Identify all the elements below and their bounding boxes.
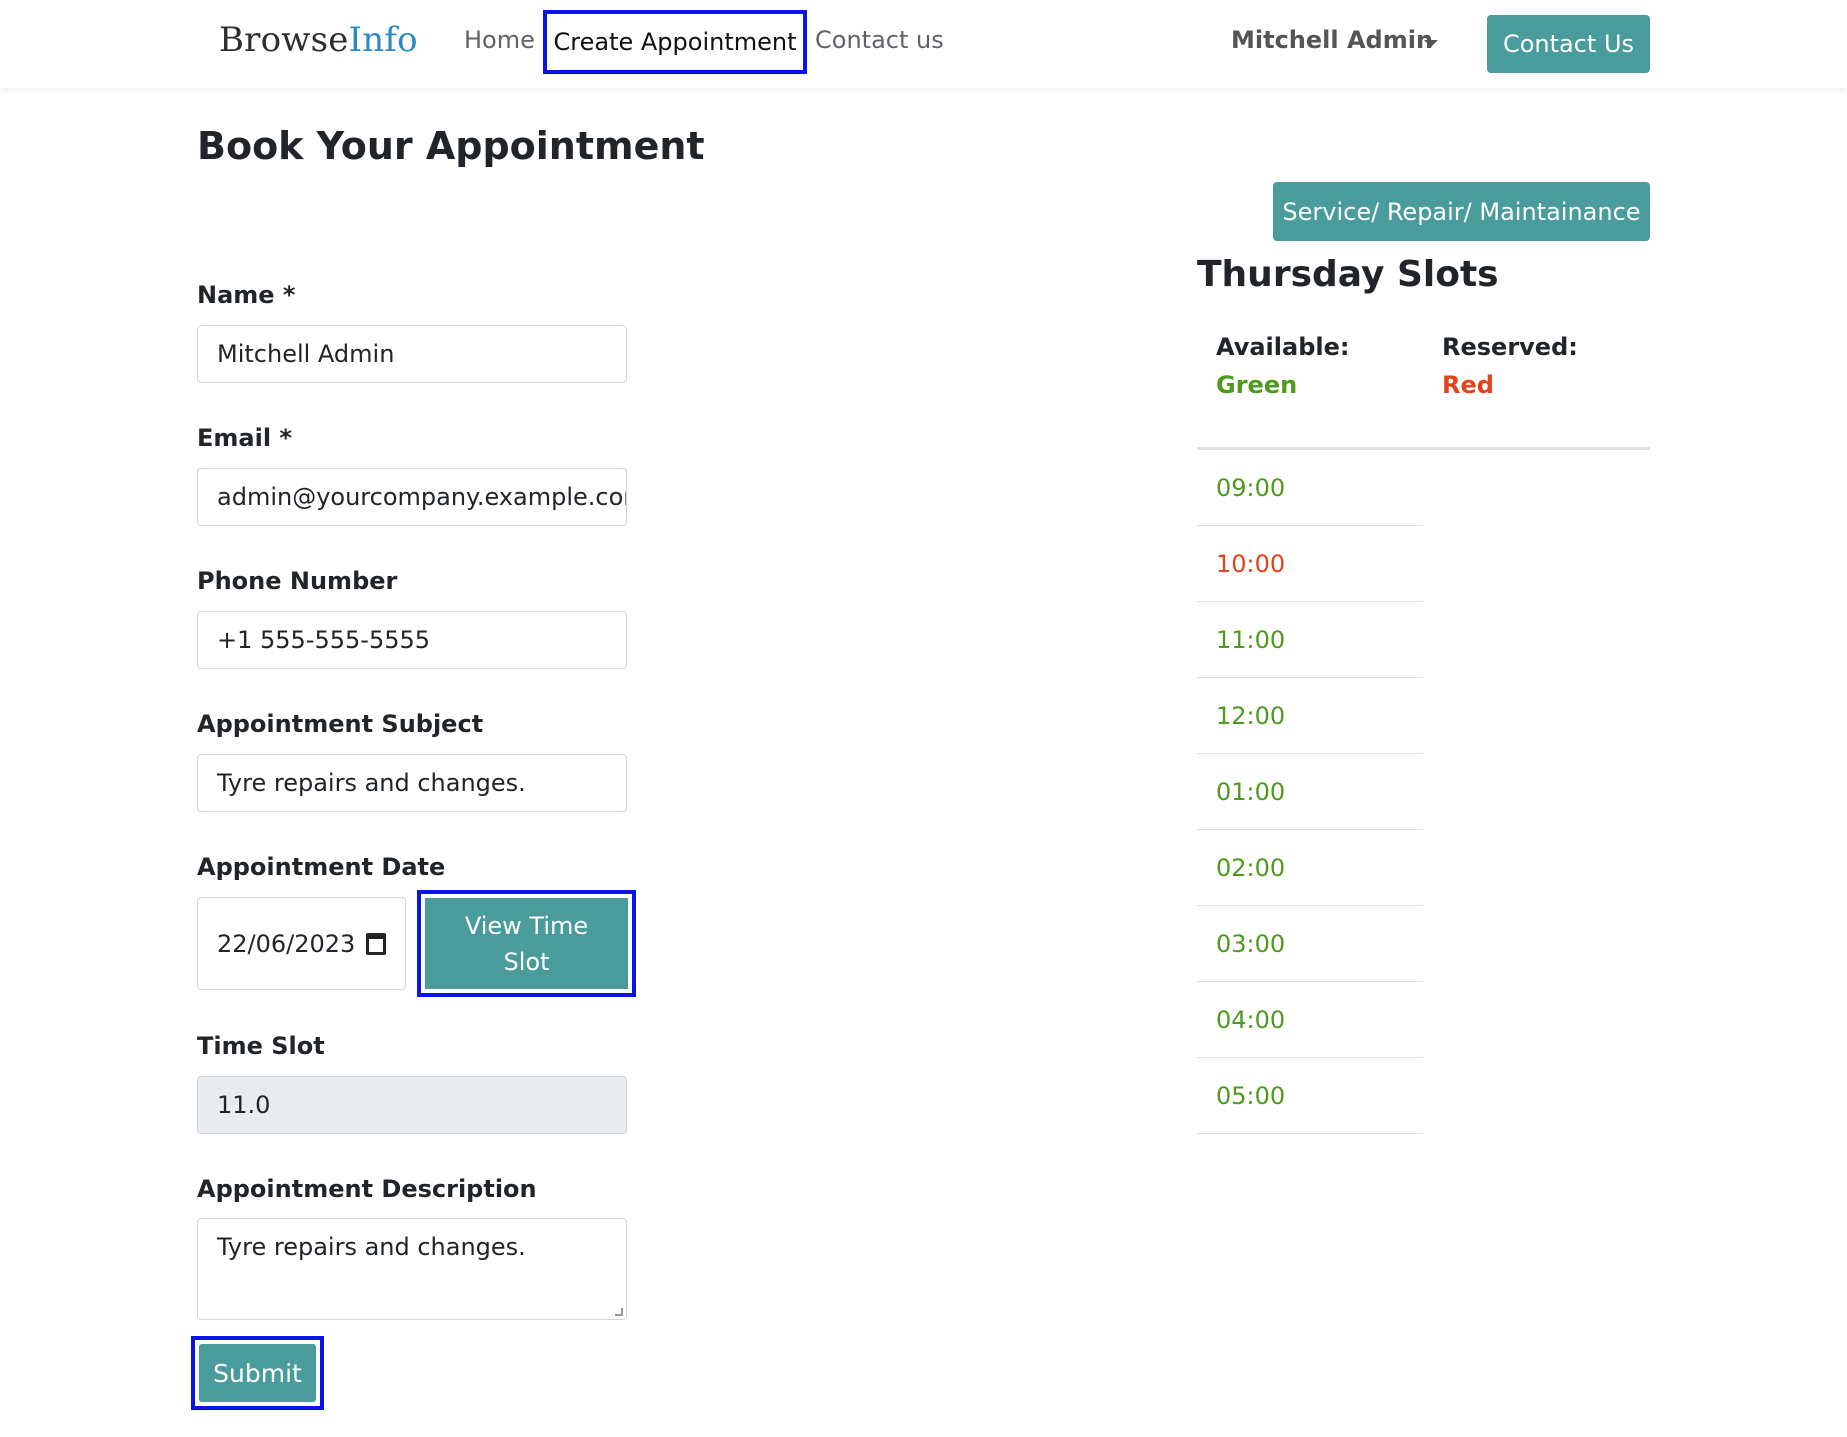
phone-label: Phone Number [197,567,398,595]
description-textarea[interactable]: Tyre repairs and changes. [197,1218,627,1320]
time-slot-item[interactable]: 03:00 [1197,906,1423,982]
nav-create-appointment-link[interactable]: Create Appointment [543,10,807,74]
time-slot-item[interactable]: 05:00 [1197,1058,1423,1134]
available-legend-value: Green [1216,371,1298,399]
time-slot-label: 12:00 [1216,701,1286,730]
nav-home-link[interactable]: Home [464,26,535,54]
date-value: 22/06/2023 [217,929,356,958]
nav-contact-link[interactable]: Contact us [815,26,944,54]
navbar: BrowseInfo Home Create Appointment Conta… [0,0,1847,88]
submit-highlight: Submit [191,1336,324,1410]
available-legend-label: Available: [1216,333,1350,361]
chevron-down-icon[interactable] [1424,40,1438,47]
user-menu[interactable]: Mitchell Admin [1231,26,1433,54]
time-slot-item[interactable]: 01:00 [1197,754,1423,830]
name-label: Name * [197,281,296,309]
timeslot-label: Time Slot [197,1032,325,1060]
time-slot-item[interactable]: 02:00 [1197,830,1423,906]
email-label: Email * [197,424,292,452]
contact-us-button[interactable]: Contact Us [1487,15,1650,73]
subject-label: Appointment Subject [197,710,484,738]
description-text: Tyre repairs and changes. [217,1233,526,1261]
time-slot-label: 09:00 [1216,473,1286,502]
service-category-button[interactable]: Service/ Repair/ Maintainance [1273,182,1650,241]
brand-logo[interactable]: BrowseInfo [219,20,418,60]
time-slot-label: 10:00 [1216,549,1286,578]
email-input[interactable]: admin@yourcompany.example.com [197,468,627,526]
calendar-icon[interactable] [366,932,386,955]
reserved-legend-label: Reserved: [1442,333,1578,361]
time-slot-item[interactable]: 09:00 [1197,450,1423,526]
page-title: Book Your Appointment [197,124,705,168]
time-slot-item[interactable]: 04:00 [1197,982,1423,1058]
slots-title: Thursday Slots [1197,254,1499,295]
timeslot-input: 11.0 [197,1076,627,1134]
time-slot-item[interactable]: 11:00 [1197,602,1423,678]
time-slot-label: 11:00 [1216,625,1286,654]
name-input[interactable]: Mitchell Admin [197,325,627,383]
reserved-legend-value: Red [1442,371,1494,399]
time-slot-label: 01:00 [1216,777,1286,806]
phone-input[interactable]: +1 555-555-5555 [197,611,627,669]
time-slot-label: 02:00 [1216,853,1286,882]
view-time-slot-highlight: View Time Slot [417,890,636,997]
time-slot-item[interactable]: 12:00 [1197,678,1423,754]
time-slot-item[interactable]: 10:00 [1197,526,1423,602]
view-time-slot-button[interactable]: View Time Slot [425,898,628,989]
time-slot-label: 03:00 [1216,929,1286,958]
date-label: Appointment Date [197,853,446,881]
submit-button[interactable]: Submit [199,1344,316,1402]
time-slot-label: 04:00 [1216,1005,1286,1034]
time-slot-label: 05:00 [1216,1081,1286,1110]
resize-handle-icon[interactable] [615,1308,623,1316]
subject-input[interactable]: Tyre repairs and changes. [197,754,627,812]
description-label: Appointment Description [197,1175,537,1203]
date-input[interactable]: 22/06/2023 [197,897,406,990]
